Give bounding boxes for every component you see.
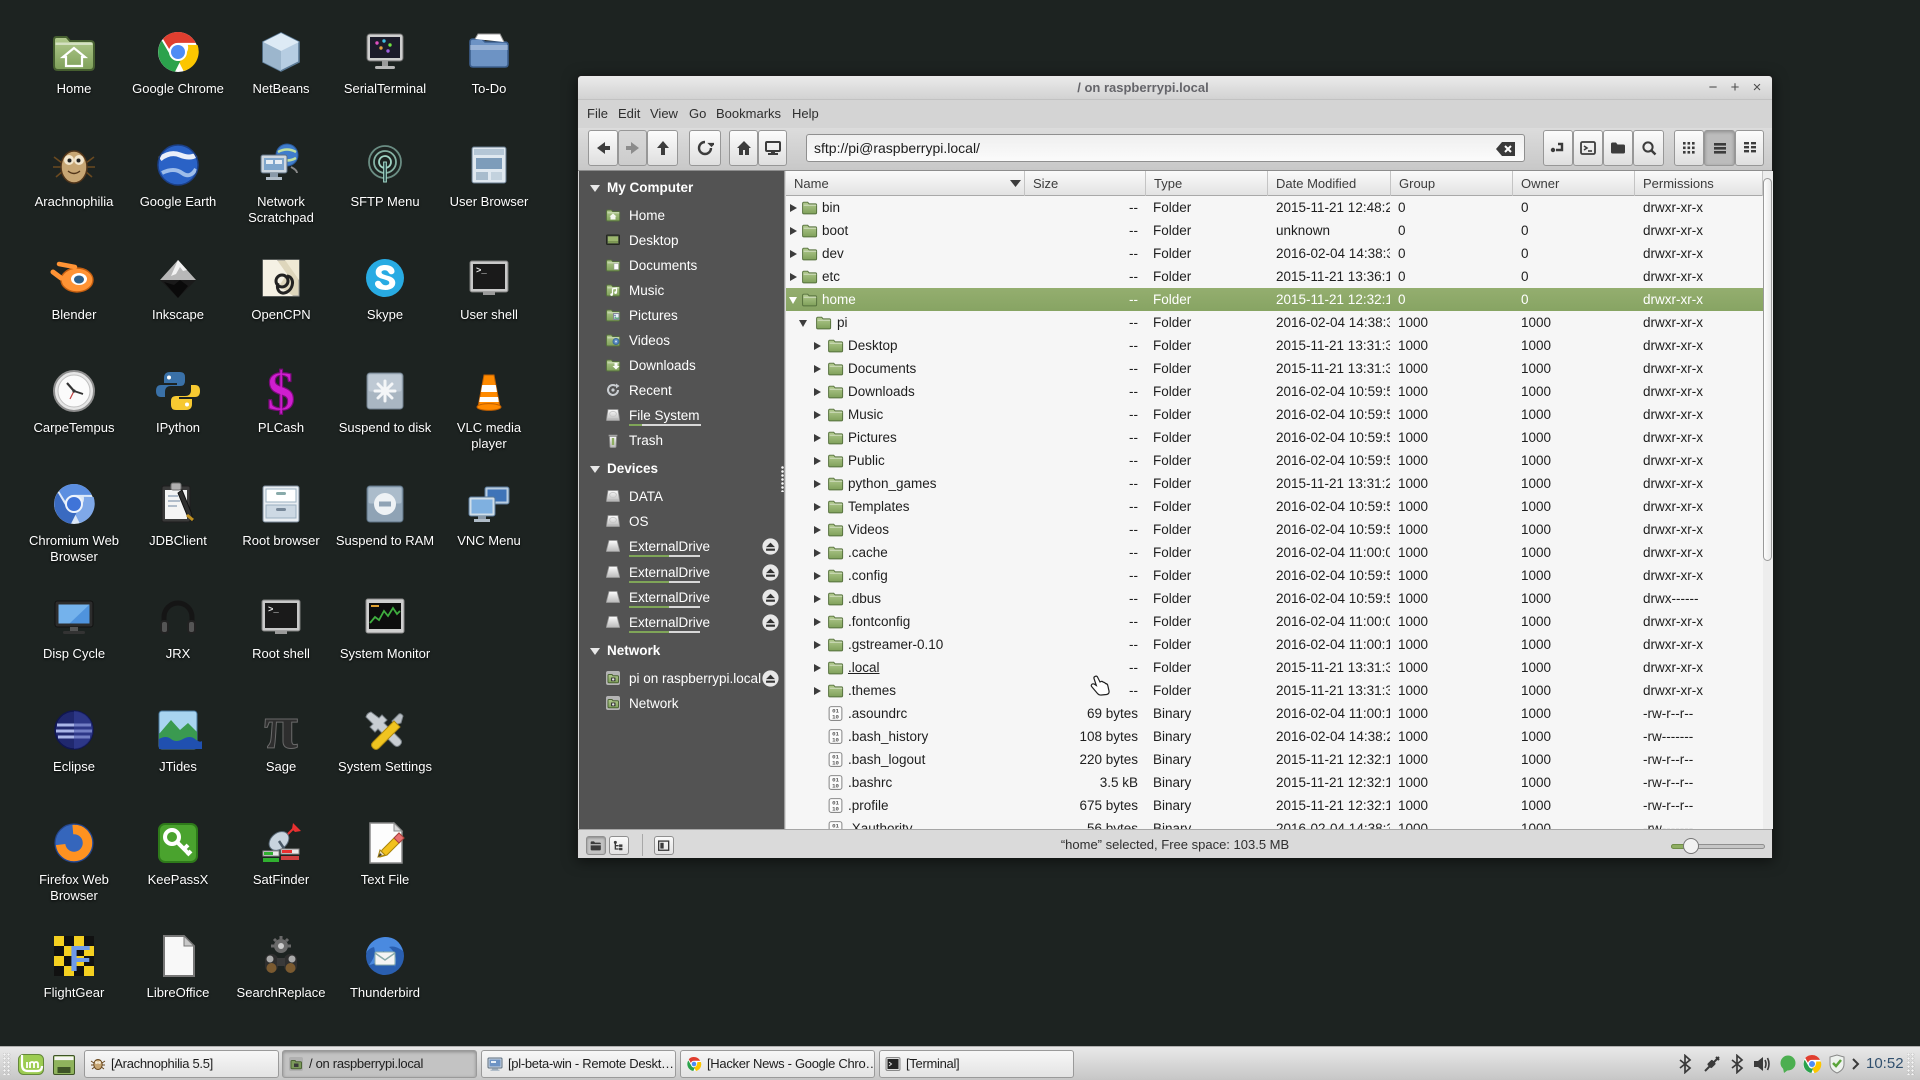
svg-text:F: F xyxy=(69,938,91,979)
svg-text:>_: >_ xyxy=(268,605,279,615)
svg-text:π: π xyxy=(264,706,298,754)
svg-text:>_: >_ xyxy=(476,266,487,276)
svg-text:$: $ xyxy=(267,367,295,415)
